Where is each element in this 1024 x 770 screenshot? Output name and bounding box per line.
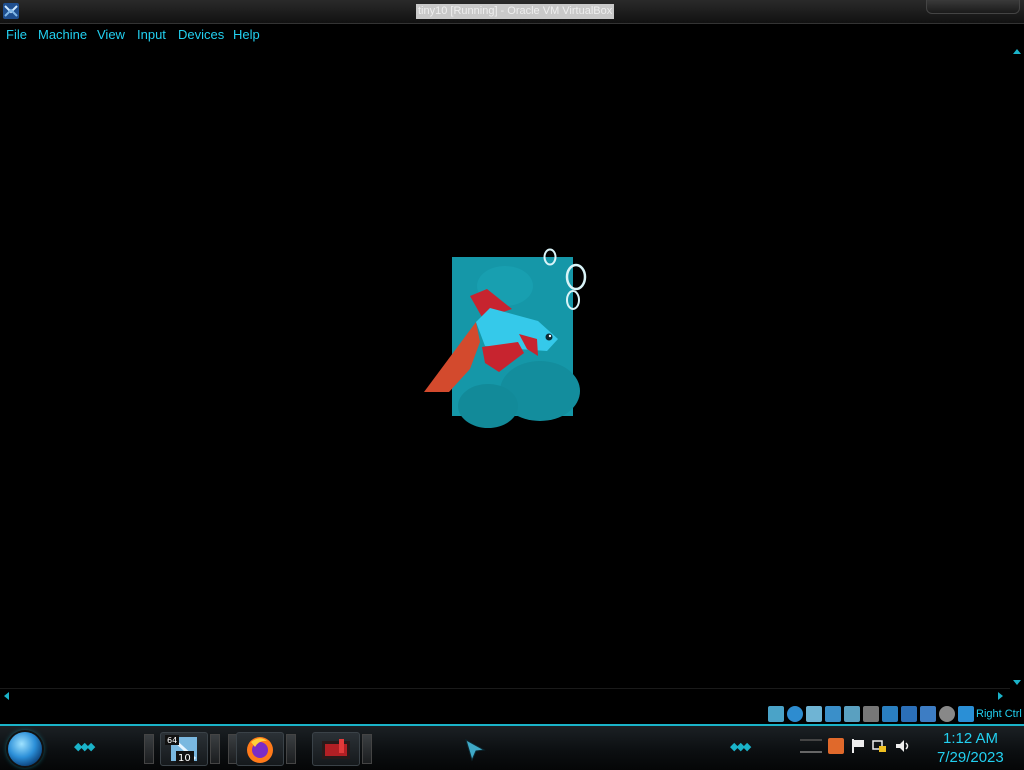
system-tray [800,738,912,754]
window-controls[interactable] [926,0,1020,14]
start-orb-icon[interactable] [8,732,42,766]
menu-bar: File Machine View Input Devices Help [0,24,1024,46]
taskbar-divider [210,734,220,764]
scroll-down-icon[interactable] [1013,680,1021,685]
menu-help[interactable]: Help [233,27,260,42]
vertical-scrollbar[interactable] [1010,46,1024,688]
taskbar-divider [362,734,372,764]
clock-date[interactable]: 7/29/2023 [937,749,1004,766]
menu-devices[interactable]: Devices [178,27,224,42]
fish-eye [545,333,553,341]
menu-input[interactable]: Input [137,27,166,42]
usb-icon[interactable] [844,706,860,722]
menu-view[interactable]: View [97,27,125,42]
betta-fish-logo [424,248,587,428]
network-icon[interactable] [825,706,841,722]
clock-time[interactable]: 1:12 AM [943,730,998,747]
taskbar-divider [144,734,154,764]
title-bar: tiny10 [Running] - Oracle VM VirtualBox [0,0,1024,24]
taskbar: ◆◆◆ 64 10 ◆◆◆ 1:12 AM 7/29/2023 [0,724,1024,770]
vm-status-bar: Right Ctrl [0,704,1024,724]
hard-disk-icon[interactable] [768,706,784,722]
svg-text:64: 64 [167,736,177,745]
chevron-icon: ◆◆◆ [74,741,95,753]
host-key-label: Right Ctrl [976,708,1022,720]
app-icon [322,739,350,759]
horizontal-scrollbar[interactable] [0,688,1010,703]
scroll-left-icon[interactable] [4,692,9,700]
scroll-up-icon[interactable] [1013,49,1021,54]
mouse-cursor-icon [465,738,486,762]
tiny10-64-icon: 64 10 [165,735,197,764]
taskbar-button-firefox[interactable] [236,732,284,766]
virtualbox-icon[interactable] [2,2,20,20]
optical-disk-icon[interactable] [787,706,803,722]
keyboard-icon[interactable] [800,739,822,753]
display-icon[interactable] [882,706,898,722]
taskbar-divider [286,734,296,764]
mouse-integration-icon[interactable] [958,706,974,722]
taskbar-button-app[interactable] [312,732,360,766]
status-icons [768,706,974,722]
cpu-icon[interactable] [939,706,955,722]
window-title: tiny10 [Running] - Oracle VM VirtualBox [416,4,615,19]
volume-icon[interactable] [894,738,912,754]
java-icon[interactable] [828,738,844,754]
chevron-icon: ◆◆◆ [730,741,751,753]
network-icon[interactable] [872,738,888,754]
shared-folder-icon[interactable] [863,706,879,722]
firefox-icon [247,737,273,763]
virtualization-icon[interactable] [920,706,936,722]
audio-icon[interactable] [806,706,822,722]
taskbar-button-tiny10[interactable]: 64 10 [160,732,208,766]
menu-file[interactable]: File [6,27,27,42]
recording-icon[interactable] [901,706,917,722]
vm-display[interactable] [0,46,1010,688]
svg-text:10: 10 [178,753,191,764]
flag-icon[interactable] [850,738,866,754]
scroll-right-icon[interactable] [998,692,1003,700]
menu-machine[interactable]: Machine [38,27,87,42]
